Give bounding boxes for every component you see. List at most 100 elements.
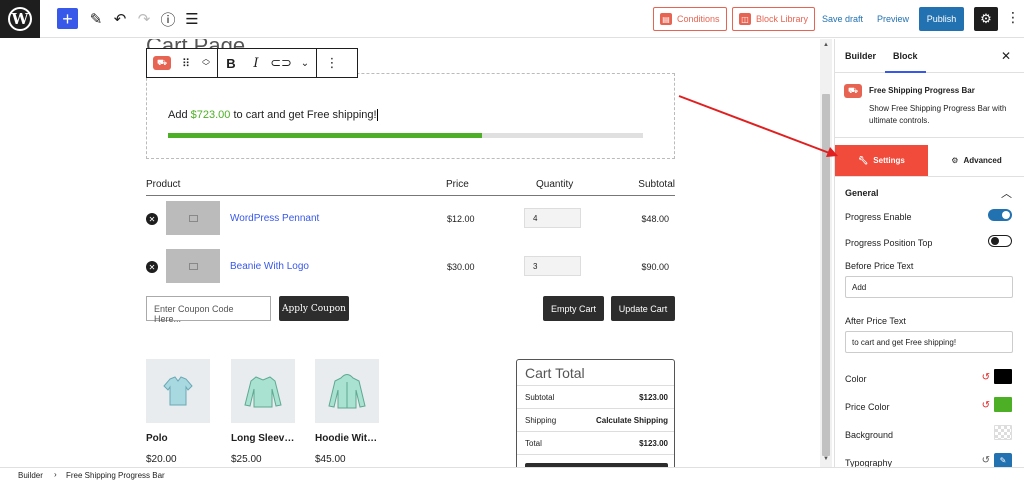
breadcrumb-builder[interactable]: Builder [18, 471, 43, 480]
progress-message[interactable]: Add $723.00 to cart and get Free shippin… [168, 109, 378, 122]
divider [517, 431, 674, 432]
color-swatch[interactable] [994, 369, 1012, 384]
add-block-button[interactable]: + [57, 8, 78, 29]
quantity-input[interactable]: 4 [524, 208, 581, 228]
italic-button[interactable]: I [244, 49, 268, 77]
block-type-button[interactable]: ⛟ [147, 49, 177, 77]
chevron-up-icon[interactable]: ︿ [1001, 185, 1012, 201]
redo-button[interactable]: ↷ [134, 8, 154, 30]
cross-sell-product[interactable]: Polo $20.00 [146, 359, 210, 465]
pencil-icon: ✎ [999, 456, 1007, 465]
product-name-link[interactable]: WordPress Pennant [230, 213, 319, 224]
block-library-button[interactable]: ◫ Block Library [732, 7, 816, 31]
wordpress-logo-button[interactable]: W [0, 0, 40, 38]
product-name[interactable]: Hoodie Wit… [315, 433, 377, 444]
move-up-down-button[interactable]: ︿ ﹀ [195, 49, 217, 77]
cross-sell-product[interactable]: Long Sleev… $25.00 [231, 359, 295, 465]
product-price: $20.00 [146, 454, 177, 465]
tab-settings[interactable]: 🔧︎ Settings [835, 145, 928, 176]
details-button[interactable]: ⓘ [158, 8, 178, 30]
product-thumbnail[interactable] [166, 249, 220, 283]
breadcrumb-block[interactable]: Free Shipping Progress Bar [66, 471, 165, 480]
polo-shirt-image[interactable] [146, 359, 210, 423]
empty-cart-button[interactable]: Empty Cart [543, 296, 604, 321]
update-cart-button[interactable]: Update Cart [611, 296, 675, 321]
subtotal-label: Subtotal [525, 393, 555, 402]
cross-sell-product[interactable]: Hoodie Wit… $45.00 [315, 359, 379, 465]
free-shipping-progress-block[interactable]: Add $723.00 to cart and get Free shippin… [146, 73, 675, 159]
product-name[interactable]: Polo [146, 433, 168, 444]
calculate-shipping-link[interactable]: Calculate Shipping [596, 416, 668, 425]
quantity-input[interactable]: 3 [524, 256, 581, 276]
chevron-right-icon: › [54, 470, 57, 479]
canvas-scrollbar[interactable]: ▲ ▼ [820, 39, 832, 467]
remove-item-button[interactable]: ✕ [146, 261, 158, 273]
undo-button[interactable]: ↶ [110, 8, 130, 30]
after-price-text-input[interactable]: to cart and get Free shipping! [845, 331, 1013, 353]
tab-builder[interactable]: Builder [845, 51, 876, 61]
drag-handle[interactable]: ⠿ [177, 49, 195, 77]
sidebar-tabs: Builder Block ✕ [835, 39, 1024, 73]
link-button[interactable]: ⊂⊃ [268, 49, 294, 77]
long-sleeve-icon [244, 376, 282, 408]
progress-position-top-toggle[interactable] [988, 235, 1012, 247]
section-general-title[interactable]: General [845, 188, 879, 198]
coupon-code-input[interactable]: Enter Coupon Code Here... [146, 296, 271, 324]
product-price: $30.00 [447, 262, 475, 272]
price-color-swatch[interactable] [994, 397, 1012, 412]
progress-enable-toggle[interactable] [988, 209, 1012, 221]
editor-canvas: Cart Page ⛟ ⠿ ︿﹀ B I ⊂⊃ ⌄ ⋮ Add $723.00 … [0, 39, 820, 467]
edit-tools-button[interactable]: ✎ [86, 8, 106, 30]
remove-item-button[interactable]: ✕ [146, 213, 158, 225]
block-library-label: Block Library [756, 14, 809, 24]
divider [517, 454, 674, 455]
edit-typography-button[interactable]: ✎ [994, 453, 1012, 467]
typography-label: Typography [845, 458, 893, 467]
conditions-label: Conditions [677, 14, 720, 24]
reset-typography-icon[interactable]: ↺ [982, 455, 990, 466]
info-icon: ⓘ [160, 11, 176, 29]
reset-price-color-icon[interactable]: ↺ [982, 400, 990, 411]
more-formats-button[interactable]: ⌄ [294, 49, 316, 77]
shipping-truck-icon: ⛟ [153, 56, 171, 70]
product-name[interactable]: Long Sleev… [231, 433, 294, 444]
publish-button[interactable]: Publish [919, 7, 964, 31]
options-menu-button[interactable]: ⋮ [1006, 9, 1020, 26]
progress-bar-fill [168, 133, 482, 138]
product-thumbnail[interactable] [166, 201, 220, 235]
after-price-text: to cart and get Free shipping! [233, 109, 377, 121]
before-price-text-input[interactable]: Add [845, 276, 1013, 298]
long-sleeve-image[interactable] [231, 359, 295, 423]
list-view-button[interactable]: ☰ [182, 8, 202, 30]
conditions-button[interactable]: ▤ Conditions [653, 7, 727, 31]
save-draft-button[interactable]: Save draft [822, 14, 863, 24]
polo-shirt-icon [163, 376, 193, 406]
bold-button[interactable]: B [218, 49, 244, 77]
settings-tab-label: Settings [873, 156, 905, 165]
product-price: $25.00 [231, 454, 262, 465]
background-swatch[interactable] [994, 425, 1012, 440]
preview-button[interactable]: Preview [877, 14, 909, 24]
subtotal-value: $123.00 [639, 393, 668, 402]
block-toolbar: ⛟ ⠿ ︿ ﹀ B I ⊂⊃ ⌄ ⋮ [146, 48, 358, 78]
scroll-up-arrow-icon[interactable]: ▲ [823, 42, 829, 48]
tab-block[interactable]: Block [885, 51, 925, 73]
before-price-text-label: Before Price Text [845, 261, 914, 271]
italic-icon: I [253, 55, 259, 71]
scrollbar-thumb[interactable] [822, 94, 830, 456]
header-product: Product [146, 179, 181, 190]
hoodie-image[interactable] [315, 359, 379, 423]
redo-icon: ↷ [137, 11, 151, 28]
more-vertical-icon: ⋮ [1006, 9, 1020, 25]
product-name-link[interactable]: Beanie With Logo [230, 261, 309, 272]
reset-color-icon[interactable]: ↺ [982, 372, 990, 383]
chevron-down-icon: ⌄ [300, 57, 310, 69]
tab-advanced[interactable]: ⚙ Advanced [928, 145, 1024, 176]
block-options-button[interactable]: ⋮ [317, 49, 347, 77]
divider [517, 408, 674, 409]
apply-coupon-button[interactable]: Apply Coupon [279, 296, 349, 321]
settings-toggle-button[interactable]: ⚙ [974, 7, 998, 31]
close-sidebar-button[interactable]: ✕ [1001, 49, 1011, 63]
scroll-down-arrow-icon[interactable]: ▼ [823, 456, 829, 462]
close-icon: ✕ [148, 262, 156, 272]
